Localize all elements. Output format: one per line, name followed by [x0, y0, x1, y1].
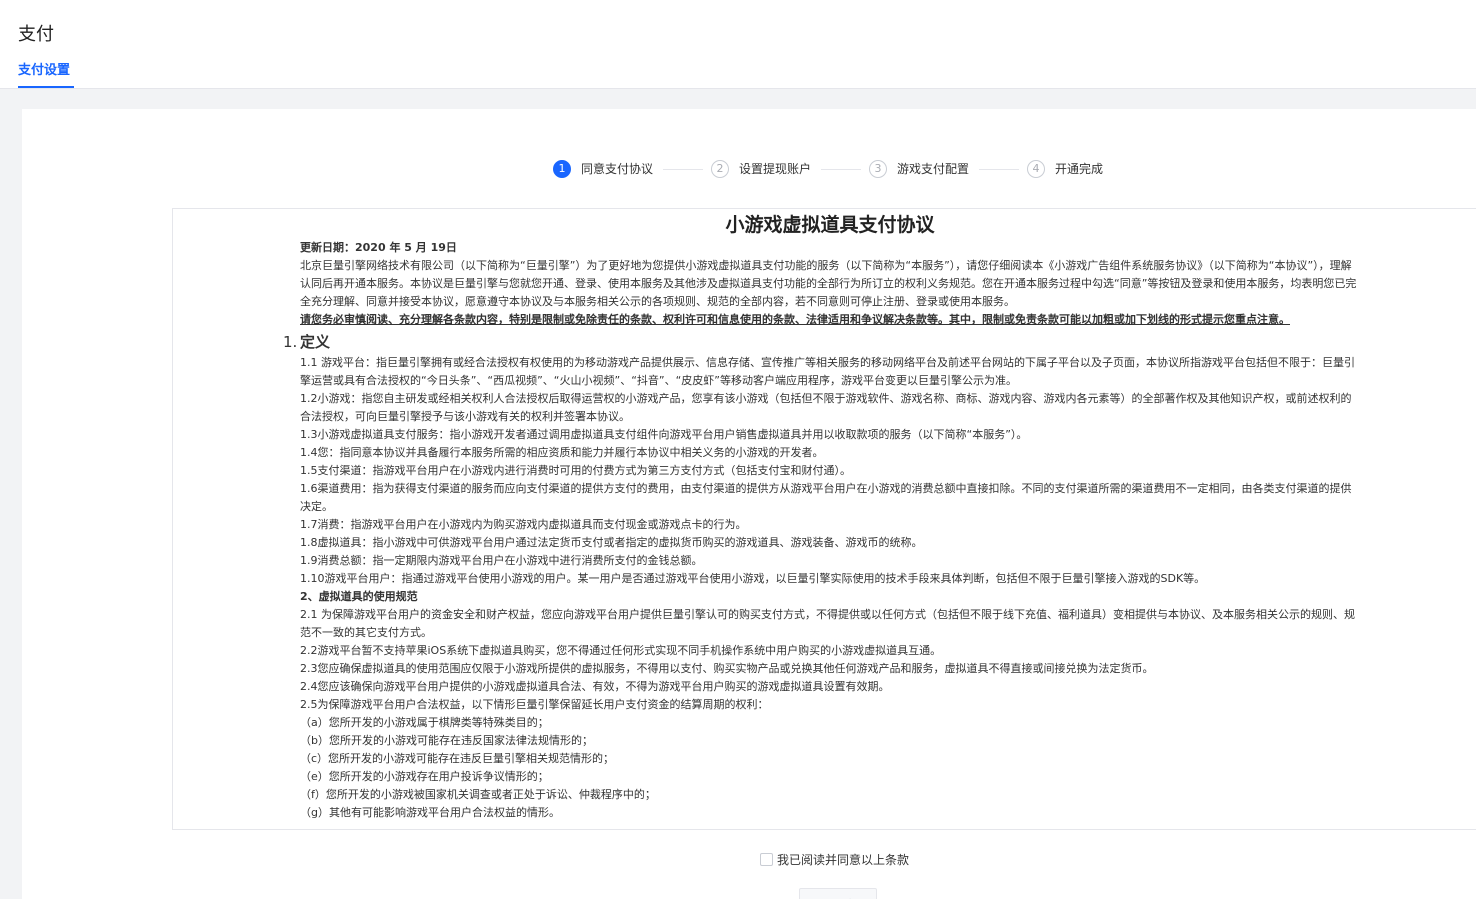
- agreement-content: 小游戏虚拟道具支付协议 更新日期：2020 年 5 月 19日 北京巨量引擎网络…: [283, 209, 1360, 822]
- page-title: 支付: [18, 24, 54, 45]
- step-number: 4: [1027, 160, 1045, 178]
- definition-item: 1.1 游戏平台：指巨量引擎拥有或经合法授权有权使用的为移动游戏产品提供展示、信…: [300, 356, 1355, 387]
- definition-item: 1.4您：指同意本协议并具备履行本服务所需的相应资质和能力并履行本协议中相关义务…: [300, 446, 824, 459]
- agreement-notice: 请您务必审慎阅读、充分理解各条款内容，特别是限制或免除责任的条款、权利许可和信息…: [300, 313, 1290, 326]
- case-item: （f）您所开发的小游戏被国家机关调查或者正处于诉讼、仲裁程序中的；: [300, 788, 656, 801]
- section-number: 1.: [283, 333, 298, 351]
- step-label: 同意支付协议: [581, 162, 654, 176]
- agreement-scroll-area[interactable]: 小游戏虚拟道具支付协议 更新日期：2020 年 5 月 19日 北京巨量引擎网络…: [172, 208, 1476, 830]
- rule-item: 2.3您应确保虚拟道具的使用范围应仅限于小游戏所提供的虚拟服务，不得用以支付、购…: [300, 662, 1154, 675]
- case-item: （b）您所开发的小游戏可能存在违反国家法律法规情形的；: [300, 734, 593, 747]
- definition-item: 1.5支付渠道：指游戏平台用户在小游戏内进行消费时可用的付费方式为第三方支付方式…: [300, 464, 851, 477]
- active-tab-indicator: [18, 86, 74, 88]
- section-heading-definitions: 1. 定义: [283, 331, 1360, 353]
- agreement-intro: 北京巨量引擎网络技术有限公司（以下简称为“巨量引擎”）为了更好地为您提供小游戏虚…: [300, 259, 1357, 308]
- step-number: 2: [711, 160, 729, 178]
- rule-item: 2.5为保障游戏平台用户合法权益，以下情形巨量引擎保留延长用户支付资金的结算周期…: [300, 698, 769, 711]
- step-label: 设置提现账户: [739, 162, 812, 176]
- definition-item: 1.6渠道费用：指为获得支付渠道的服务而应向支付渠道的提供方支付的费用，由支付渠…: [300, 482, 1352, 513]
- case-item: （e）您所开发的小游戏存在用户投诉争议情形的；: [300, 770, 549, 783]
- case-item: （a）您所开发的小游戏属于棋牌类等特殊类目的；: [300, 716, 549, 729]
- definition-item: 1.10游戏平台用户：指通过游戏平台使用小游戏的用户。某一用户是否通过游戏平台使…: [300, 572, 1206, 585]
- case-item: （g）其他有可能影响游戏平台用户合法权益的情形。: [300, 806, 560, 819]
- tab-payment-settings[interactable]: 支付设置: [18, 59, 70, 78]
- section-heading-usage: 2、虚拟道具的使用规范: [300, 590, 418, 603]
- next-step-button[interactable]: 下一步: [799, 888, 877, 899]
- step-label: 游戏支付配置: [897, 162, 970, 176]
- definition-item: 1.7消费：指游戏平台用户在小游戏内为购买游戏内虚拟道具而支付现金或游戏点卡的行…: [300, 518, 747, 531]
- rule-item: 2.4您应该确保向游戏平台用户提供的小游戏虚拟道具合法、有效，不得为游戏平台用户…: [300, 680, 890, 693]
- definition-item: 1.2小游戏：指您自主研发或经相关权利人合法授权后取得运营权的小游戏产品，您享有…: [300, 392, 1352, 423]
- agree-checkbox[interactable]: [760, 853, 773, 866]
- step-number: 1: [553, 160, 571, 178]
- step-label: 开通完成: [1055, 162, 1104, 176]
- definition-item: 1.9消费总额：指一定期限内游戏平台用户在小游戏中进行消费所支付的金钱总额。: [300, 554, 703, 567]
- agreement-title: 小游戏虚拟道具支付协议: [725, 214, 935, 236]
- rule-item: 2.2游戏平台暂不支持苹果iOS系统下虚拟道具购买，您不得通过任何形式实现不同手…: [300, 644, 942, 657]
- step-connector: [979, 169, 1019, 170]
- step-connector: [821, 169, 861, 170]
- update-date: 更新日期：2020 年 5 月 19日: [300, 241, 457, 254]
- definition-item: 1.8虚拟道具：指小游戏中可供游戏平台用户通过法定货币支付或者指定的虚拟货币购买…: [300, 536, 923, 549]
- rule-item: 2.1 为保障游戏平台用户的资金安全和财产权益，您应向游戏平台用户提供巨量引擎认…: [300, 608, 1355, 639]
- page-header: 支付 支付设置: [0, 0, 1476, 89]
- section-title: 定义: [300, 333, 331, 351]
- step-number: 3: [869, 160, 887, 178]
- step-connector: [663, 169, 703, 170]
- case-item: （c）您所开发的小游戏可能存在违反巨量引擎相关规范情形的；: [300, 752, 615, 765]
- agree-label[interactable]: 我已阅读并同意以上条款: [777, 852, 909, 868]
- definition-item: 1.3小游戏虚拟道具支付服务：指小游戏开发者通过调用虚拟道具支付组件向游戏平台用…: [300, 428, 1028, 441]
